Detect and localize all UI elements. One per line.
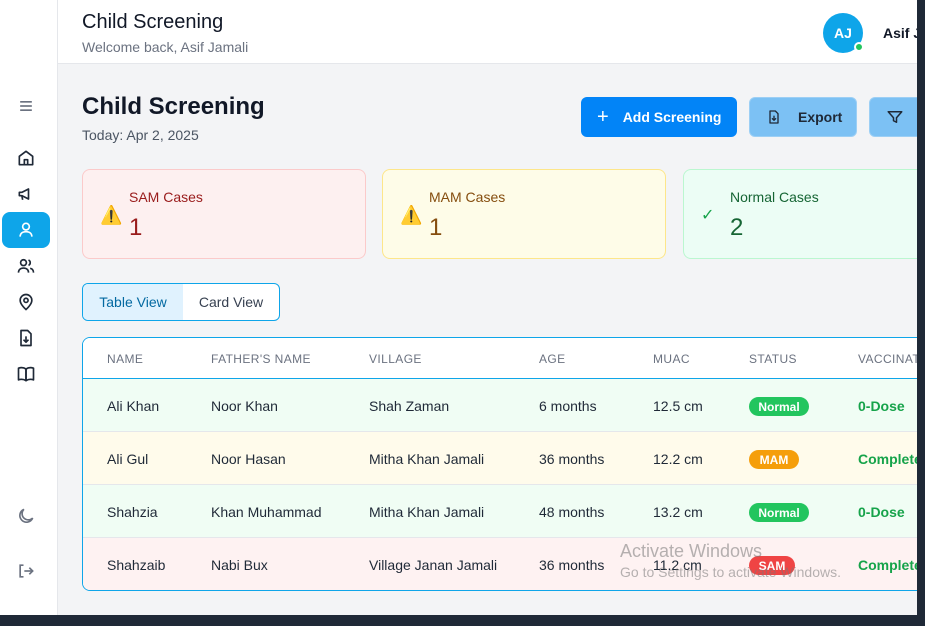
sam-cases-label: SAM Cases bbox=[129, 189, 203, 205]
cell-village: Mitha Khan Jamali bbox=[369, 504, 485, 520]
user-icon[interactable] bbox=[2, 212, 50, 248]
cell-village: Mitha Khan Jamali bbox=[369, 451, 485, 467]
column-header-name[interactable]: Name bbox=[107, 352, 143, 366]
cell-muac: 11.2 cm bbox=[653, 557, 702, 573]
plus-icon: + bbox=[597, 106, 609, 128]
card-view-tab[interactable]: Card View bbox=[183, 284, 279, 320]
table-header: Name Father's Name Village Age MUAC Stat… bbox=[83, 338, 917, 379]
cell-age: 6 months bbox=[539, 398, 597, 414]
cell-father-name: Nabi Bux bbox=[211, 557, 268, 573]
cell-age: 36 months bbox=[539, 557, 605, 573]
cell-age: 48 months bbox=[539, 504, 605, 520]
export-button[interactable]: Export bbox=[749, 97, 857, 137]
cell-name: Shahzaib bbox=[107, 557, 166, 573]
header-title: Child Screening bbox=[82, 11, 224, 33]
column-header-muac[interactable]: MUAC bbox=[653, 352, 690, 366]
page-date: Today: Apr 2, 2025 bbox=[82, 127, 199, 143]
status-badge: MAM bbox=[749, 450, 799, 469]
cell-vaccination: 0-Dose bbox=[858, 398, 905, 414]
table-row[interactable]: Shahzia Khan Muhammad Mitha Khan Jamali 48 … bbox=[83, 485, 917, 538]
mam-cases-card: ⚠️ MAM Cases 1 bbox=[382, 169, 666, 259]
filter-button[interactable] bbox=[869, 97, 917, 137]
cell-muac: 12.5 cm bbox=[653, 398, 703, 414]
normal-cases-card: ✓ Normal Cases 2 bbox=[683, 169, 917, 259]
avatar-initials: AJ bbox=[834, 25, 852, 41]
map-pin-icon[interactable] bbox=[2, 284, 50, 320]
cell-muac: 13.2 cm bbox=[653, 504, 703, 520]
cell-muac: 12.2 cm bbox=[653, 451, 703, 467]
cell-name: Ali Khan bbox=[107, 398, 160, 414]
table-row[interactable]: Ali Khan Noor Khan Shah Zaman 6 months 12.5 … bbox=[83, 379, 917, 432]
normal-cases-value: 2 bbox=[730, 214, 744, 241]
logout-icon[interactable] bbox=[2, 553, 50, 589]
download-file-icon[interactable] bbox=[2, 320, 50, 356]
header-subtitle: Welcome back, Asif Jamali bbox=[82, 39, 249, 55]
home-icon[interactable] bbox=[2, 140, 50, 176]
cell-father-name: Noor Khan bbox=[211, 398, 278, 414]
sam-cases-card: ⚠️ SAM Cases 1 bbox=[82, 169, 366, 259]
table-row[interactable]: Ali Gul Noor Hasan Mitha Khan Jamali 36 mon… bbox=[83, 432, 917, 485]
add-screening-button[interactable]: + Add Screening bbox=[581, 97, 737, 137]
status-badge: Normal bbox=[749, 397, 809, 416]
screening-table: Name Father's Name Village Age MUAC Stat… bbox=[82, 337, 917, 591]
normal-cases-label: Normal Cases bbox=[730, 189, 819, 205]
cell-father-name: Khan Muhammad bbox=[211, 504, 322, 520]
column-header-village[interactable]: Village bbox=[369, 352, 422, 366]
moon-icon[interactable] bbox=[2, 498, 50, 534]
warning-icon: ⚠️ bbox=[100, 205, 123, 225]
mam-cases-value: 1 bbox=[429, 214, 443, 241]
status-badge: Normal bbox=[749, 503, 809, 522]
cell-village: Shah Zaman bbox=[369, 398, 450, 414]
cell-village: Village Janan Jamali bbox=[369, 557, 498, 573]
table-view-tab[interactable]: Table View bbox=[83, 284, 183, 320]
column-header-age[interactable]: Age bbox=[539, 352, 566, 366]
app-window: Child Screening Welcome back, Asif Jamal… bbox=[0, 0, 917, 615]
cell-father-name: Noor Hasan bbox=[211, 451, 286, 467]
status-badge: SAM bbox=[749, 556, 795, 575]
book-icon[interactable] bbox=[2, 356, 50, 392]
cell-vaccination: Complete bbox=[858, 451, 917, 467]
cell-name: Ali Gul bbox=[107, 451, 149, 467]
sidebar bbox=[0, 0, 58, 615]
avatar[interactable]: AJ bbox=[823, 13, 864, 53]
column-header-vaccination[interactable]: Vaccinat bbox=[858, 352, 917, 366]
checkmark-icon: ✓ bbox=[701, 207, 715, 224]
warning-icon: ⚠️ bbox=[400, 205, 423, 225]
online-status-dot bbox=[854, 42, 864, 52]
cell-vaccination: 0-Dose bbox=[858, 504, 905, 520]
table-row[interactable]: Shahzaib Nabi Bux Village Janan Jamali 36 m… bbox=[83, 538, 917, 590]
export-file-icon bbox=[769, 110, 779, 124]
users-icon[interactable] bbox=[2, 248, 50, 284]
cell-age: 36 months bbox=[539, 451, 605, 467]
cell-name: Shahzia bbox=[107, 504, 158, 520]
view-toggle: Table View Card View bbox=[82, 283, 280, 321]
mam-cases-label: MAM Cases bbox=[429, 189, 506, 205]
column-header-father-name[interactable]: Father's Name bbox=[211, 352, 311, 366]
user-name[interactable]: Asif Jamali bbox=[883, 25, 917, 41]
cell-vaccination: Complete bbox=[858, 557, 917, 573]
page-title: Child Screening bbox=[82, 93, 265, 120]
export-label: Export bbox=[798, 109, 843, 125]
megaphone-icon[interactable] bbox=[2, 176, 50, 212]
column-header-status[interactable]: Status bbox=[749, 352, 797, 366]
add-screening-label: Add Screening bbox=[622, 109, 722, 125]
menu-icon[interactable] bbox=[2, 88, 50, 124]
top-header: Child Screening Welcome back, Asif Jamal… bbox=[58, 0, 917, 64]
sam-cases-value: 1 bbox=[129, 214, 143, 241]
filter-icon bbox=[887, 111, 903, 123]
